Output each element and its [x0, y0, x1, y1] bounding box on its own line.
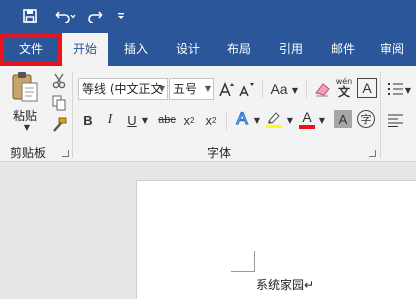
- customize-qat-icon[interactable]: [114, 5, 128, 27]
- bold-icon[interactable]: B: [80, 110, 96, 130]
- tab-references[interactable]: 引用: [270, 33, 312, 66]
- format-painter-icon[interactable]: [50, 116, 68, 134]
- chevron-down-icon[interactable]: ▼: [253, 116, 261, 125]
- chevron-down-icon[interactable]: ▼: [318, 116, 326, 125]
- chevron-down-icon[interactable]: ▼: [141, 116, 149, 125]
- group-divider: [380, 72, 381, 158]
- tab-layout[interactable]: 布局: [218, 33, 260, 66]
- font-name-value: 等线 (中文正文: [82, 82, 163, 96]
- font-name-combo[interactable]: 等线 (中文正文 ▼: [78, 78, 168, 100]
- clear-formatting-icon[interactable]: [312, 78, 332, 100]
- font-group-label: 字体: [207, 146, 232, 160]
- character-border-icon[interactable]: A: [357, 78, 377, 98]
- phonetic-guide-icon[interactable]: wén 文: [334, 76, 354, 100]
- underline-icon[interactable]: U: [124, 110, 140, 130]
- ribbon-tabs: 文件 开始 插入 设计 布局 引用 邮件 审阅: [0, 33, 416, 66]
- strikethrough-icon[interactable]: abc: [155, 110, 179, 130]
- copy-icon[interactable]: [50, 94, 68, 112]
- paste-icon[interactable]: [8, 70, 42, 104]
- italic-icon[interactable]: I: [102, 110, 118, 130]
- highlighter-icon[interactable]: [264, 108, 284, 130]
- tab-mailings[interactable]: 邮件: [322, 33, 364, 66]
- font-size-combo[interactable]: 五号 ▼: [169, 78, 214, 100]
- font-color-icon[interactable]: A: [297, 108, 317, 130]
- superscript-icon[interactable]: x2: [202, 110, 220, 130]
- clipboard-launcher-icon[interactable]: [62, 150, 69, 157]
- chevron-down-icon[interactable]: ▼: [291, 86, 299, 95]
- grow-font-icon[interactable]: [218, 78, 236, 100]
- margin-corner-mark: [231, 271, 255, 272]
- ribbon-home: 粘贴 ▼ 剪贴板 等线 (中文正文 ▼ 五号 ▼ Aa ▼ wén 文 A B …: [0, 66, 416, 162]
- redo-icon[interactable]: [84, 5, 106, 27]
- save-icon[interactable]: [18, 5, 42, 27]
- margin-corner-mark: [254, 251, 255, 272]
- document-text[interactable]: 系统家园↵: [256, 276, 314, 293]
- chevron-down-icon[interactable]: ▼: [286, 116, 294, 125]
- tab-review[interactable]: 审阅: [372, 33, 412, 66]
- chevron-down-icon[interactable]: ▼: [404, 86, 412, 95]
- title-bar: [0, 0, 416, 33]
- align-left-icon[interactable]: [386, 110, 404, 130]
- cut-icon[interactable]: [50, 72, 68, 90]
- shrink-font-icon[interactable]: [238, 78, 256, 100]
- change-case-icon[interactable]: Aa: [268, 78, 290, 100]
- group-divider: [262, 80, 263, 98]
- chevron-down-icon[interactable]: ▼: [205, 79, 211, 99]
- tab-design[interactable]: 设计: [166, 33, 210, 66]
- tab-home[interactable]: 开始: [62, 33, 108, 66]
- bullets-icon[interactable]: [386, 78, 404, 100]
- tab-file[interactable]: 文件: [0, 33, 62, 66]
- paste-dropdown-icon[interactable]: ▼: [22, 122, 32, 132]
- group-divider: [306, 80, 307, 98]
- font-launcher-icon[interactable]: [369, 150, 376, 157]
- group-divider: [72, 72, 73, 158]
- undo-icon[interactable]: [50, 5, 82, 27]
- clipboard-group-label: 剪贴板: [10, 146, 47, 160]
- character-shading-icon[interactable]: A: [334, 110, 352, 128]
- text-effects-icon[interactable]: A: [232, 108, 252, 130]
- enclose-characters-icon[interactable]: 字: [357, 110, 375, 128]
- font-size-value: 五号: [173, 82, 198, 96]
- subscript-icon[interactable]: x2: [180, 110, 198, 130]
- group-divider: [226, 112, 227, 130]
- tab-insert[interactable]: 插入: [116, 33, 156, 66]
- chevron-down-icon[interactable]: ▼: [159, 79, 165, 99]
